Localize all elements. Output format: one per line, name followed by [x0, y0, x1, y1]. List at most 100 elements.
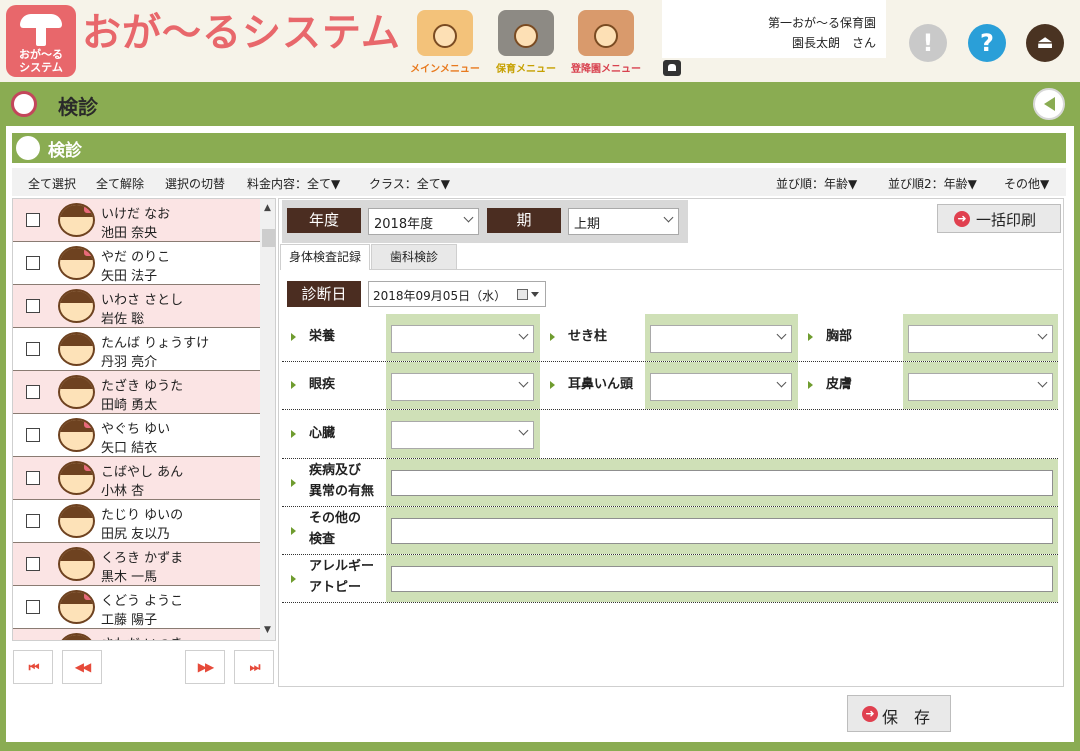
- child-name: 池田 奈央: [101, 226, 158, 241]
- fee-filter-dropdown[interactable]: 料金内容：全て▼: [247, 175, 340, 192]
- year-label: 年度: [287, 208, 361, 233]
- other-dropdown[interactable]: その他▼: [1004, 175, 1049, 192]
- child-checkbox[interactable]: [26, 342, 40, 356]
- child-checkbox[interactable]: [26, 428, 40, 442]
- spine-select[interactable]: [650, 325, 792, 353]
- child-checkbox[interactable]: [26, 471, 40, 485]
- child-row[interactable]: いわさ さとし 岩佐 聡: [13, 285, 260, 328]
- tab-body-exam[interactable]: 身体検査記録: [280, 244, 370, 270]
- chevron-down-icon: [663, 212, 674, 223]
- child-row[interactable]: たんば りょうすけ 丹羽 亮介: [13, 328, 260, 371]
- child-row[interactable]: こばやし あん 小林 杏: [13, 457, 260, 500]
- attendance-menu-button[interactable]: 登降園メニュー: [566, 6, 646, 76]
- term-label: 期: [487, 208, 561, 233]
- heart-select[interactable]: [391, 421, 534, 449]
- child-kana: たざき ゆうた: [101, 379, 184, 394]
- child-checkbox[interactable]: [26, 299, 40, 313]
- child-kana: さわだ いつき: [101, 633, 183, 640]
- child-row[interactable]: やだ のりこ 矢田 法子: [13, 242, 260, 285]
- child-row[interactable]: いけだ なお 池田 奈央: [13, 199, 260, 242]
- child-row[interactable]: くろき かずま 黒木 一馬: [13, 543, 260, 586]
- calendar-icon[interactable]: [517, 289, 528, 300]
- child-list-scrollbar[interactable]: ▲ ▼: [260, 199, 275, 640]
- nutrition-label: 栄養: [309, 329, 336, 344]
- year-select[interactable]: 2018年度: [368, 208, 479, 235]
- child-checkbox[interactable]: [26, 514, 40, 528]
- select-all-button[interactable]: 全て選択: [28, 175, 76, 192]
- class-filter-dropdown[interactable]: クラス：全て▼: [369, 175, 450, 192]
- care-menu-label: 保育メニュー: [496, 64, 556, 75]
- user-name: 園長太朗 さん: [791, 36, 876, 50]
- child-kana: いわさ さとし: [101, 293, 184, 308]
- frame-right: [1074, 126, 1080, 751]
- sort2-dropdown[interactable]: 並び順2：年齢▼: [888, 175, 977, 192]
- save-button[interactable]: ➜ 保 存: [847, 695, 951, 732]
- care-menu-button[interactable]: 保育メニュー: [486, 6, 566, 76]
- child-row[interactable]: たじり ゆいの 田尻 友以乃: [13, 500, 260, 543]
- nutrition-select[interactable]: [391, 325, 534, 353]
- eye-select[interactable]: [391, 373, 534, 401]
- child-row[interactable]: たざき ゆうた 田崎 勇太: [13, 371, 260, 414]
- toggle-selection-button[interactable]: 選択の切替: [165, 175, 225, 192]
- disease-label-1: 疾病及び: [309, 463, 362, 478]
- exam-date-value: 2018年09月05日（水）: [373, 289, 507, 303]
- allergy-input[interactable]: [391, 566, 1053, 592]
- other-exam-label-2: 検査: [309, 532, 336, 547]
- app-title: おが〜るシステム: [82, 11, 401, 56]
- calendar-dropdown-icon[interactable]: [531, 292, 539, 297]
- last-page-button[interactable]: ⏭: [234, 650, 274, 684]
- home-icon[interactable]: [663, 60, 681, 76]
- deselect-all-button[interactable]: 全て解除: [96, 175, 144, 192]
- chevron-down-icon: [776, 377, 787, 388]
- arrow-right-icon: ➜: [954, 211, 970, 227]
- child-checkbox[interactable]: [26, 600, 40, 614]
- child-row[interactable]: やぐち ゆい 矢口 結衣: [13, 414, 260, 457]
- alert-button[interactable]: !: [909, 24, 947, 62]
- arrow-right-icon: ➜: [862, 706, 878, 722]
- ent-select[interactable]: [650, 373, 792, 401]
- child-row[interactable]: さわだ いつき: [13, 629, 260, 640]
- help-button[interactable]: ?: [968, 24, 1006, 62]
- bullet-icon: [550, 381, 555, 389]
- child-list: いけだ なお 池田 奈央 やだ のりこ 矢田 法子 いわさ さとし 岩佐 聡たんば りょう…: [12, 198, 276, 641]
- skin-select[interactable]: [908, 373, 1053, 401]
- bulk-print-button[interactable]: ➜ 一括印刷: [937, 204, 1061, 233]
- back-button[interactable]: [1033, 88, 1065, 120]
- exam-date-input[interactable]: 2018年09月05日（水）: [368, 281, 546, 307]
- scroll-up-icon[interactable]: ▲: [264, 203, 271, 213]
- next-page-button[interactable]: ▶▶: [185, 650, 225, 684]
- bulk-print-label: 一括印刷: [976, 211, 1037, 229]
- term-select[interactable]: 上期: [568, 208, 679, 235]
- scroll-down-icon[interactable]: ▼: [264, 625, 271, 635]
- bullet-icon: [808, 333, 813, 341]
- child-avatar-icon: [58, 504, 95, 538]
- app-header: おが〜る システム おが〜るシステム メインメニュー 保育メニュー 登降園メニュ…: [0, 0, 1080, 82]
- child-checkbox[interactable]: [26, 385, 40, 399]
- child-avatar-icon: [58, 418, 95, 452]
- section-header: 検診: [12, 133, 1066, 163]
- main-menu-button[interactable]: メインメニュー: [405, 6, 485, 76]
- facility-name: 第一おが〜る保育園: [767, 16, 876, 30]
- child-row[interactable]: くどう ようこ 工藤 陽子: [13, 586, 260, 629]
- chest-select[interactable]: [908, 325, 1053, 353]
- scroll-thumb[interactable]: [262, 229, 275, 247]
- child-kana: たんば りょうすけ: [101, 336, 210, 351]
- section-dot-icon: [16, 136, 40, 160]
- prev-page-button[interactable]: ◀◀: [62, 650, 102, 684]
- other-exam-input[interactable]: [391, 518, 1053, 544]
- tab-dental-exam[interactable]: 歯科検診: [371, 244, 457, 270]
- child-avatar-icon: [58, 289, 95, 323]
- sort1-dropdown[interactable]: 並び順：年齢▼: [776, 175, 857, 192]
- logout-button[interactable]: ⏏: [1026, 24, 1064, 62]
- frame-left: [0, 126, 6, 751]
- spine-label: せき柱: [568, 329, 608, 344]
- childcare-icon: [498, 10, 554, 56]
- child-checkbox[interactable]: [26, 213, 40, 227]
- other-exam-label-1: その他の: [309, 511, 362, 526]
- child-checkbox[interactable]: [26, 256, 40, 270]
- first-page-button[interactable]: ⏮: [13, 650, 53, 684]
- disease-input[interactable]: [391, 470, 1053, 496]
- child-checkbox[interactable]: [26, 557, 40, 571]
- app-logo[interactable]: おが〜る システム: [6, 5, 76, 77]
- child-kana: やだ のりこ: [101, 250, 171, 265]
